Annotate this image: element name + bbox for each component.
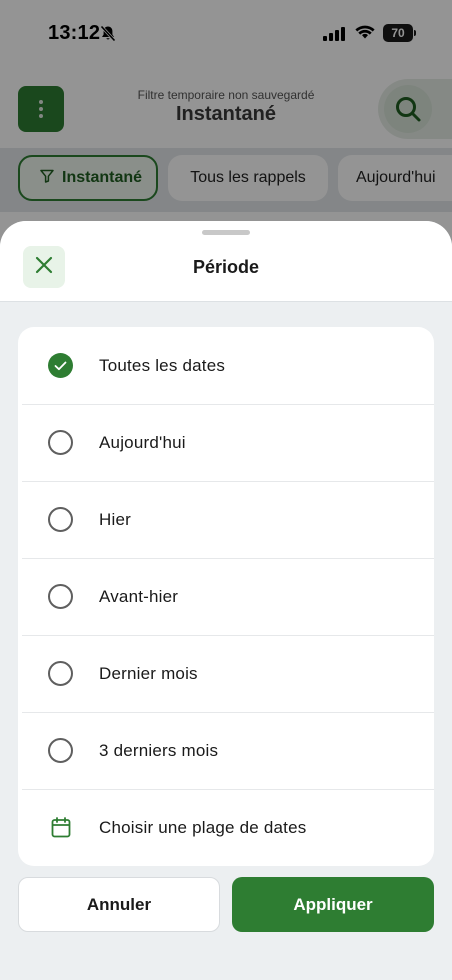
option-label: Choisir une plage de dates [99,818,307,837]
sheet-header: Période [0,221,452,302]
option-label: Aujourd'hui [99,433,186,452]
radio-checked-icon[interactable] [48,353,73,378]
radio-unchecked-icon[interactable] [48,507,73,532]
option-avant-hier[interactable]: Avant-hier [18,558,434,635]
calendar-icon [48,815,73,840]
option-3-derniers-mois[interactable]: 3 derniers mois [18,712,434,789]
period-options: Toutes les dates Aujourd'hui Hier Avant-… [18,327,434,866]
radio-unchecked-icon[interactable] [48,738,73,763]
option-label: Toutes les dates [99,356,226,375]
screen: 13:12 70 Filtre temporaire non sauvegard… [0,0,452,980]
option-date-range[interactable]: Choisir une plage de dates [18,789,434,866]
option-aujourdhui[interactable]: Aujourd'hui [18,404,434,481]
sheet-title: Période [192,257,260,277]
radio-unchecked-icon[interactable] [48,430,73,455]
radio-unchecked-icon[interactable] [48,661,73,686]
drag-handle[interactable] [202,230,250,235]
period-bottom-sheet: Période Toutes les dates Aujourd'hui Hie… [0,221,452,980]
cancel-button[interactable]: Annuler [18,877,220,932]
option-label: 3 derniers mois [99,741,219,760]
option-label: Dernier mois [99,664,198,683]
option-toutes-les-dates[interactable]: Toutes les dates [18,327,434,404]
radio-unchecked-icon[interactable] [48,584,73,609]
option-hier[interactable]: Hier [18,481,434,558]
option-label: Hier [99,510,131,529]
option-dernier-mois[interactable]: Dernier mois [18,635,434,712]
option-label: Avant-hier [99,587,179,606]
apply-button[interactable]: Appliquer [232,877,434,932]
sheet-footer: Annuler Appliquer [0,866,452,980]
